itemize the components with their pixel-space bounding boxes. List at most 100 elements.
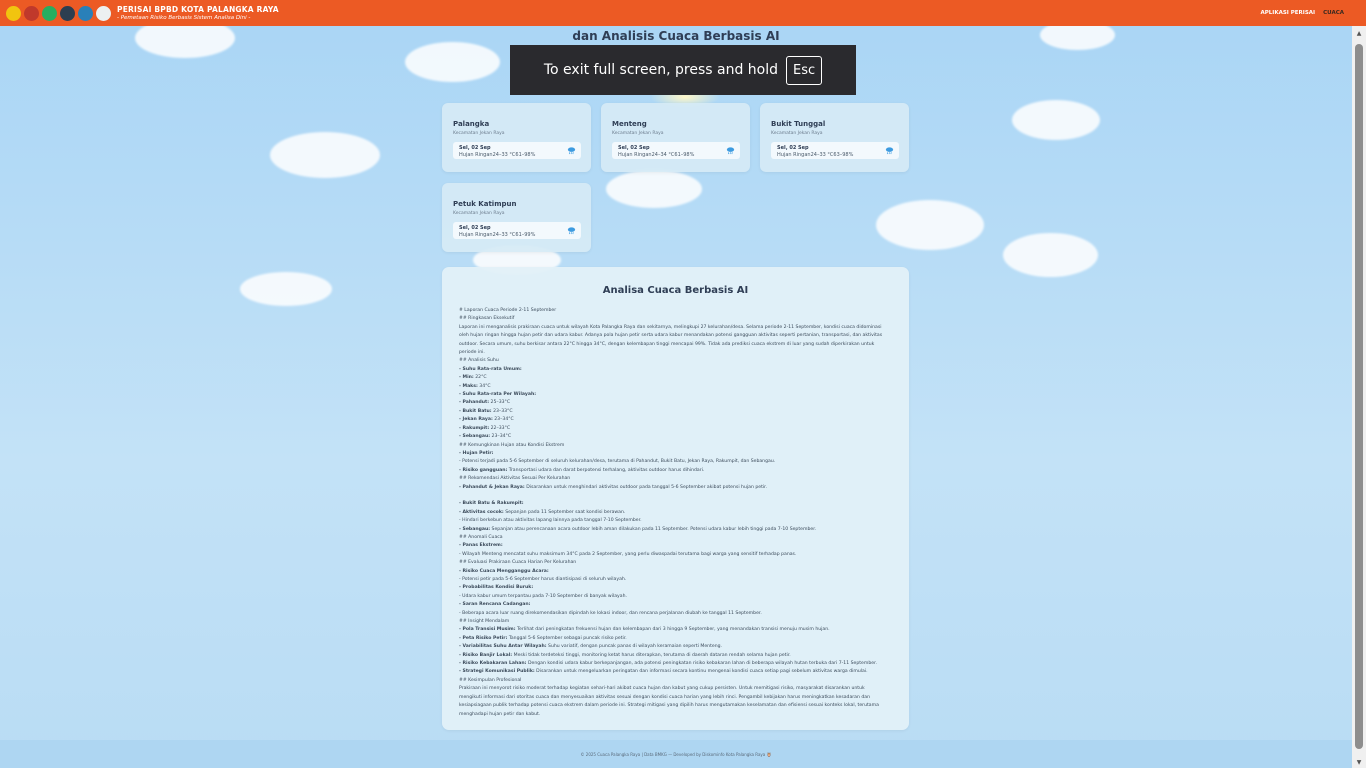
forecast-date: Sel, 02 Sep bbox=[777, 145, 809, 151]
card-location-name: Petuk Katimpun bbox=[453, 200, 517, 208]
ai-text-line: ## Kesimpulan Profesional bbox=[459, 677, 522, 683]
ai-text-line: - Potensi petir pada 5-6 September harus… bbox=[459, 577, 627, 582]
page-title-line: dan Analisis Cuaca Berbasis AI bbox=[572, 29, 780, 43]
weather-card-petuk-katimpun[interactable]: Petuk Katimpun Kecamatan Jekan Raya Sel,… bbox=[442, 183, 591, 252]
ai-text-line: ## Rekomendasi Aktivitas Sesuai Per Kelu… bbox=[459, 476, 571, 482]
ai-text-line: - Beberapa acara luar ruang direkomendas… bbox=[459, 610, 762, 616]
ai-text-line: oleh hujan ringan hingga hujan petir dan… bbox=[459, 333, 883, 339]
card-forecast: Sel, 02 Sep Hujan Ringan24–33 °C61–99% bbox=[453, 222, 581, 239]
nav-links: APLIKASI PERISAI CUACA bbox=[1260, 10, 1344, 16]
rain-cloud-icon bbox=[885, 147, 894, 155]
logo-bpbd bbox=[24, 5, 39, 21]
forecast-date: Sel, 02 Sep bbox=[459, 225, 491, 231]
card-district: Kecamatan Jekan Raya bbox=[612, 131, 664, 136]
cloud bbox=[1012, 100, 1100, 140]
ai-text-line: - Sebangau: 23–34°C bbox=[459, 434, 512, 440]
forecast-condition: Hujan Ringan24–34 °C61–98% bbox=[618, 152, 695, 158]
brand-title: PERISAI BPBD KOTA PALANGKA RAYA bbox=[117, 5, 279, 14]
forecast-date: Sel, 02 Sep bbox=[618, 145, 650, 151]
ai-text-line: - Variabilitas Suhu Antar Wilayah: Suhu … bbox=[459, 644, 723, 650]
ai-text-line bbox=[459, 492, 892, 500]
ai-text-line: ## Ringkasan Eksekutif bbox=[459, 316, 515, 322]
ai-text-line: - Aktivitas cocok: Sepanjan pada 11 Sept… bbox=[459, 509, 626, 515]
weather-card-palangka[interactable]: Palangka Kecamatan Jekan Raya Sel, 02 Se… bbox=[442, 103, 591, 172]
ai-text-line: - Probabilitas Kondisi Buruk: bbox=[459, 585, 534, 591]
footer-text: © 2025 Cuaca Palangka Raya | Data BMKG —… bbox=[580, 751, 772, 757]
logo-diskominfo bbox=[60, 5, 75, 21]
ai-text-line: - Hujan Petir: bbox=[459, 450, 494, 456]
card-location-name: Palangka bbox=[453, 120, 490, 128]
ai-text-line: - Wilayah Menteng mencatat suhu maksimum… bbox=[459, 551, 797, 557]
card-district: Kecamatan Jekan Raya bbox=[453, 211, 505, 216]
ai-text-line: # Laporan Cuaca Periode 2-11 September bbox=[459, 308, 557, 313]
ai-text-line: ## Anomali Cuaca bbox=[459, 534, 503, 540]
card-location-name: Bukit Tunggal bbox=[771, 120, 826, 128]
ai-text-line: - Hindari berkebun atau aktivitas lapang… bbox=[459, 518, 642, 524]
cloud bbox=[270, 132, 380, 178]
card-district: Kecamatan Jekan Raya bbox=[453, 131, 505, 136]
ai-analysis-panel: Analisa Cuaca Berbasis AI # Laporan Cuac… bbox=[442, 267, 909, 730]
ai-text-line: - Bukit Batu & Rakumpit: bbox=[459, 501, 524, 507]
esc-key-hint: Esc bbox=[786, 55, 823, 85]
ai-text-line: Laporan ini menganalisis prakiraan cuaca… bbox=[459, 324, 882, 330]
logo-garuda bbox=[42, 5, 57, 21]
ai-analysis-text: # Laporan Cuaca Periode 2-11 September ##… bbox=[459, 307, 892, 719]
rain-cloud-icon bbox=[567, 147, 576, 155]
ai-text-line: - Peta Risiko Petir: Tanggal 5-6 Septemb… bbox=[459, 635, 627, 641]
ai-text-line: - Risiko Cuaca Mengganggu Acara: bbox=[459, 568, 549, 574]
ai-text-line: Prakiraan ini menyorot risiko moderat te… bbox=[459, 686, 865, 692]
cloud bbox=[405, 42, 500, 82]
logo-group bbox=[6, 5, 111, 21]
forecast-condition: Hujan Ringan24–33 °C63–98% bbox=[777, 152, 854, 158]
nav-cuaca[interactable]: CUACA bbox=[1323, 10, 1344, 16]
page-scrollbar[interactable]: ▲ ▼ bbox=[1352, 26, 1366, 768]
cloud bbox=[240, 272, 332, 306]
card-forecast: Sel, 02 Sep Hujan Ringan24–33 °C63–98% bbox=[771, 142, 899, 159]
forecast-condition: Hujan Ringan24–33 °C61–99% bbox=[459, 232, 536, 238]
ai-text-line: - Suhu Rata-rata Umum: bbox=[459, 366, 522, 372]
ai-text-line: - Min: 22°C bbox=[459, 375, 487, 381]
forecast-condition: Hujan Ringan24–33 °C61–98% bbox=[459, 152, 536, 158]
ai-text-line: ## Kemungkinan Hujan atau Kondisi Ekstre… bbox=[459, 442, 565, 448]
scrollbar-thumb[interactable] bbox=[1355, 44, 1363, 749]
scroll-down-icon[interactable]: ▼ bbox=[1355, 759, 1363, 766]
ai-text-line: periode ini. bbox=[459, 350, 485, 356]
card-forecast: Sel, 02 Sep Hujan Ringan24–33 °C61–98% bbox=[453, 142, 581, 159]
scroll-up-icon[interactable]: ▲ bbox=[1355, 30, 1363, 37]
ai-text-line: - Sebangau: Sepanjan atau perencanaan ac… bbox=[459, 526, 817, 532]
brand-subtitle: - Pemetaan Risiko Berbasis Sistem Analis… bbox=[117, 15, 251, 21]
logo-perisai bbox=[96, 5, 111, 21]
ai-text-line: - Potensi terjadi pada 5-6 September di … bbox=[459, 459, 776, 465]
ai-text-line: outdoor. Secara umum, suhu berkisar anta… bbox=[459, 341, 875, 347]
ai-analysis-title: Analisa Cuaca Berbasis AI bbox=[602, 285, 749, 296]
forecast-date: Sel, 02 Sep bbox=[459, 145, 491, 151]
weather-card-menteng[interactable]: Menteng Kecamatan Jekan Raya Sel, 02 Sep… bbox=[601, 103, 750, 172]
ai-text-line: - Suhu Rata-rata Per Wilayah: bbox=[459, 392, 537, 398]
ai-text-line: ## Insight Mendalam bbox=[459, 619, 510, 625]
cloud bbox=[606, 170, 702, 208]
ai-text-line: - Risiko gangguan: Transportasi udara da… bbox=[459, 467, 705, 473]
ai-text-line: - Risiko Kebakaran Lahan: Dengan kondisi… bbox=[459, 661, 878, 667]
brand[interactable]: PERISAI BPBD KOTA PALANGKA RAYA - Pemeta… bbox=[117, 5, 279, 21]
ai-text-line: - Pahandut: 25–33°C bbox=[459, 400, 511, 406]
top-navbar: PERISAI BPBD KOTA PALANGKA RAYA - Pemeta… bbox=[0, 0, 1366, 26]
rain-cloud-icon bbox=[726, 147, 735, 155]
footer: © 2025 Cuaca Palangka Raya | Data BMKG —… bbox=[0, 740, 1352, 768]
ai-text-line: - Udara kabur umum terpantau pada 7-10 S… bbox=[459, 593, 627, 599]
nav-aplikasi-perisai[interactable]: APLIKASI PERISAI bbox=[1260, 10, 1315, 16]
ai-text-line: ## Evaluasi Prakiraan Cuaca Harian Per K… bbox=[459, 560, 577, 566]
ai-text-line: ## Analisis Suhu bbox=[459, 358, 499, 364]
ai-text-line: - Pahandut & Jekan Raya: Disarankan untu… bbox=[459, 484, 768, 490]
ai-text-line: - Pola Transisi Musim: Terlihat dari pen… bbox=[459, 627, 830, 633]
logo-pemkot bbox=[6, 5, 21, 21]
card-location-name: Menteng bbox=[612, 120, 647, 128]
card-district: Kecamatan Jekan Raya bbox=[771, 131, 823, 136]
ai-text-line: - Risiko Banjir Lokal: Meski tidak terde… bbox=[459, 652, 791, 658]
rain-cloud-icon bbox=[567, 227, 576, 235]
ai-text-line: - Bukit Batu: 23–33°C bbox=[459, 408, 513, 414]
weather-card-bukit-tunggal[interactable]: Bukit Tunggal Kecamatan Jekan Raya Sel, … bbox=[760, 103, 909, 172]
ai-text-line: kesiapsiagaan publik terhadap potensi cu… bbox=[459, 703, 879, 709]
fullscreen-exit-notice: To exit full screen, press and hold Esc bbox=[510, 45, 856, 95]
ai-text-line: - Rakumpit: 22–33°C bbox=[459, 425, 511, 431]
ai-text-line: - Saran Rencana Cadangan: bbox=[459, 602, 531, 608]
